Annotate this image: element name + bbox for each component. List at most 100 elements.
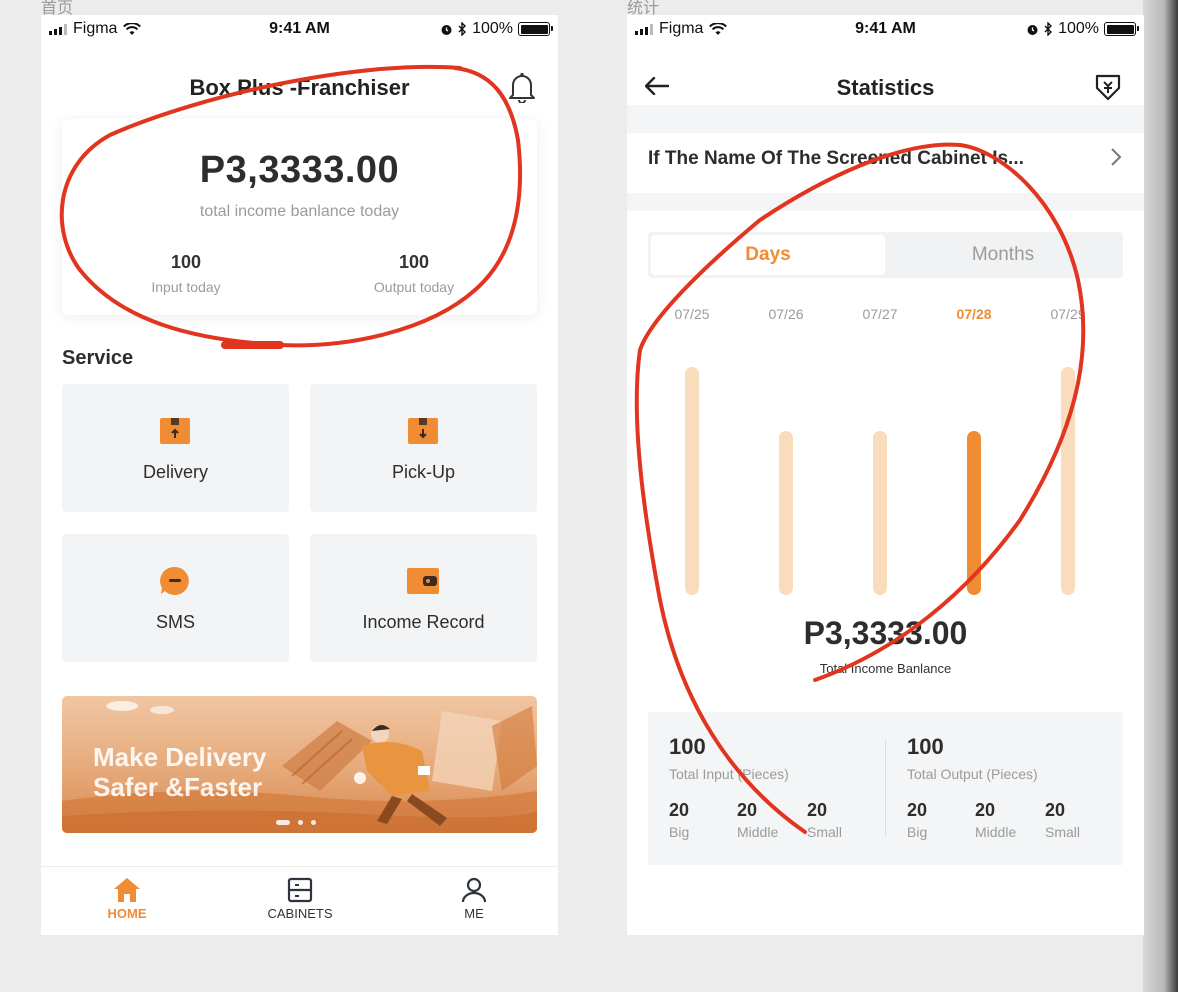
input-big-value: 20 bbox=[669, 800, 690, 820]
battery-icon bbox=[1104, 22, 1139, 36]
carousel-dots[interactable] bbox=[276, 820, 316, 825]
segment-days[interactable]: Days bbox=[651, 235, 885, 275]
chart-bar[interactable] bbox=[685, 367, 699, 595]
status-right: 100% bbox=[440, 20, 553, 38]
page-title: Statistics bbox=[836, 75, 935, 100]
stats-header: Statistics bbox=[627, 55, 1144, 105]
pickup-label: Pick-Up bbox=[391, 462, 455, 482]
battery-icon bbox=[518, 22, 553, 36]
output-today-value: 100 bbox=[398, 252, 430, 272]
bluetooth-icon bbox=[1044, 22, 1053, 36]
output-summary: 100 Total Output (Pieces) 20 Big 20 Middle… bbox=[907, 712, 1127, 865]
input-middle-value: 20 bbox=[737, 800, 758, 820]
bottom-tab-bar: HOME CABINETS ME bbox=[41, 866, 558, 935]
status-bar: Figma 9:41 AM 100% bbox=[41, 15, 558, 45]
home-screen: Figma 9:41 AM 100% Box Plus -Franchiser … bbox=[41, 15, 558, 935]
chart-bar[interactable] bbox=[779, 431, 793, 595]
chart-day-label[interactable]: 07/26 bbox=[768, 306, 803, 322]
input-big-label: Big bbox=[669, 824, 690, 840]
total-input-value: 100 bbox=[669, 734, 706, 759]
input-small-value: 20 bbox=[807, 800, 828, 820]
summary-divider bbox=[885, 740, 886, 836]
sms-chat-icon bbox=[160, 566, 189, 595]
tab-me[interactable]: ME bbox=[414, 877, 534, 921]
sms-service-button[interactable]: SMS bbox=[62, 534, 289, 662]
income-record-label: Income Record bbox=[362, 612, 485, 632]
total-input-label: Total Input (Pieces) bbox=[669, 766, 789, 782]
output-middle-label: Middle bbox=[975, 824, 1017, 840]
app-title: Box Plus -Franchiser bbox=[189, 75, 410, 100]
delivery-label: Delivery bbox=[142, 462, 208, 482]
carousel-dot[interactable] bbox=[311, 820, 316, 825]
statistics-screen: Figma 9:41 AM 100% Statistics If The Nam… bbox=[627, 15, 1144, 935]
home-icon bbox=[114, 878, 140, 902]
alarm-icon bbox=[1027, 24, 1038, 35]
tab-me-label: ME bbox=[464, 906, 484, 921]
bell-icon[interactable] bbox=[508, 71, 536, 103]
chart-bar[interactable] bbox=[873, 431, 887, 595]
chart-day-label[interactable]: 07/28 bbox=[956, 306, 991, 322]
sms-label: SMS bbox=[155, 612, 195, 632]
output-big-value: 20 bbox=[907, 800, 928, 820]
cabinet-icon bbox=[287, 877, 313, 903]
carousel-dot[interactable] bbox=[276, 820, 290, 825]
pickup-service-button[interactable]: Pick-Up bbox=[310, 384, 537, 512]
total-amount: P3,3333.00 bbox=[803, 615, 968, 651]
chart-day-label[interactable]: 07/25 bbox=[674, 306, 709, 322]
chart-day-label[interactable]: 07/27 bbox=[862, 306, 897, 322]
battery-fill bbox=[520, 24, 548, 34]
chevron-right-icon bbox=[1111, 148, 1122, 166]
banner-line-1: Make Delivery bbox=[93, 742, 267, 772]
chart-day-label[interactable]: 07/29 bbox=[1050, 306, 1085, 322]
total-amount-label: Total Income Banlance bbox=[819, 661, 952, 676]
input-today: 100 Input today bbox=[106, 252, 266, 295]
bluetooth-icon bbox=[458, 22, 467, 36]
input-middle: 20 Middle bbox=[737, 800, 778, 840]
tab-cabinets[interactable]: CABINETS bbox=[240, 877, 360, 921]
daily-bar-chart: 07/25 07/26 07/27 07/28 07/29 bbox=[648, 300, 1123, 600]
output-big: 20 Big bbox=[907, 800, 927, 840]
total-output-label: Total Output (Pieces) bbox=[907, 766, 1038, 782]
output-small: 20 Small bbox=[1045, 800, 1080, 840]
cabinet-filter-row[interactable]: If The Name Of The Screened Cabinet Is..… bbox=[627, 133, 1144, 193]
cabinet-filter-text: If The Name Of The Screened Cabinet Is..… bbox=[648, 148, 1024, 169]
period-segmented-control: Days Months bbox=[648, 232, 1123, 278]
export-currency-icon[interactable] bbox=[1094, 73, 1122, 101]
input-summary: 100 Total Input (Pieces) 20 Big 20 Middle … bbox=[669, 712, 889, 865]
input-today-value: 100 bbox=[170, 252, 202, 272]
tab-home[interactable]: HOME bbox=[67, 877, 187, 921]
service-heading: Service bbox=[62, 347, 134, 369]
person-icon bbox=[461, 877, 487, 903]
pieces-summary: 100 Total Input (Pieces) 20 Big 20 Middle … bbox=[648, 712, 1123, 865]
segment-months[interactable]: Months bbox=[886, 235, 1120, 275]
canvas-edge-shadow bbox=[1143, 0, 1178, 992]
input-small-label: Small bbox=[807, 824, 843, 840]
divider-band bbox=[627, 193, 1144, 211]
battery-percent: 100% bbox=[1058, 20, 1099, 37]
banner-headline: Make Delivery Safer &Faster bbox=[93, 742, 266, 802]
chart-bar[interactable] bbox=[1061, 367, 1075, 595]
tab-cabinets-label: CABINETS bbox=[267, 906, 333, 921]
output-middle: 20 Middle bbox=[975, 800, 1016, 840]
input-small: 20 Small bbox=[807, 800, 842, 840]
divider-band bbox=[627, 105, 1144, 133]
income-record-button[interactable]: Income Record bbox=[310, 534, 537, 662]
output-today: 100 Output today bbox=[334, 252, 494, 295]
output-big-label: Big bbox=[907, 824, 928, 840]
pickup-box-icon bbox=[408, 418, 438, 444]
balance-amount: P3,3333.00 bbox=[199, 149, 400, 191]
output-small-value: 20 bbox=[1045, 800, 1066, 820]
banner-line-2: Safer &Faster bbox=[93, 772, 263, 802]
input-today-label: Input today bbox=[151, 279, 221, 295]
chart-bar[interactable] bbox=[967, 431, 981, 595]
carousel-dot[interactable] bbox=[298, 820, 303, 825]
status-right: 100% bbox=[1026, 20, 1139, 38]
balance-card[interactable]: P3,3333.00 total income banlance today 1… bbox=[62, 119, 537, 315]
tab-home-label: HOME bbox=[107, 906, 147, 921]
alarm-icon bbox=[441, 24, 452, 35]
output-small-label: Small bbox=[1045, 824, 1081, 840]
delivery-service-button[interactable]: Delivery bbox=[62, 384, 289, 512]
promo-banner[interactable]: Make Delivery Safer &Faster bbox=[62, 696, 537, 833]
total-output-value: 100 bbox=[907, 734, 944, 759]
input-big: 20 Big bbox=[669, 800, 689, 840]
